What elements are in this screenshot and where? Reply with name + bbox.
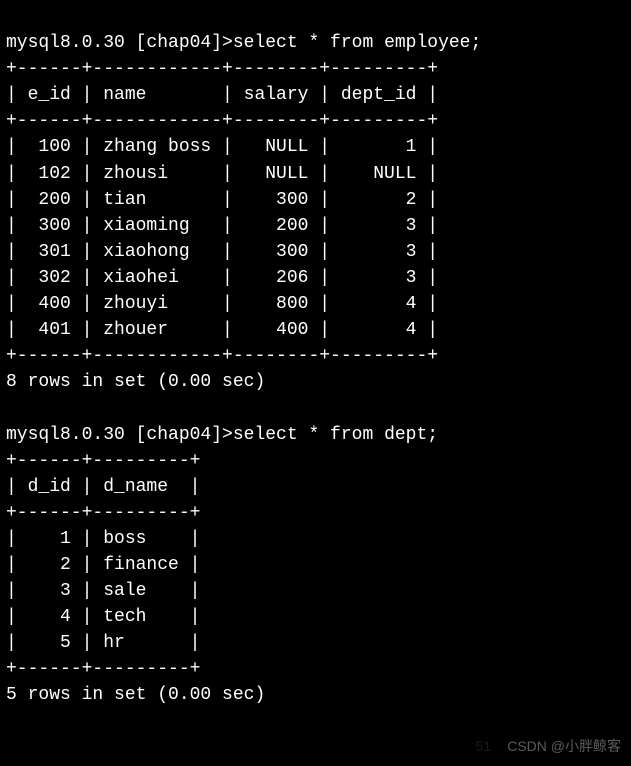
table2-row: | 1 | boss | [6, 529, 200, 549]
table2-row: | 3 | sale | [6, 581, 200, 601]
sql-prompt-2: mysql8.0.30 [chap04]> [6, 425, 233, 445]
table2-divider-bottom: +------+---------+ [6, 659, 200, 679]
table1-divider-bottom: +------+------------+--------+---------+ [6, 346, 438, 366]
terminal-output: mysql8.0.30 [chap04]>select * from emplo… [0, 0, 631, 713]
table2-header: | d_id | d_name | [6, 477, 200, 497]
table1-row: | 200 | tian | 300 | 2 | [6, 190, 438, 210]
watermark-text: CSDN @小胖鲸客 [507, 736, 621, 756]
sql-command-1: select * from employee; [233, 33, 481, 53]
table2-divider-top: +------+---------+ [6, 451, 200, 471]
table2-row: | 4 | tech | [6, 607, 200, 627]
table1-row: | 102 | zhousi | NULL | NULL | [6, 164, 438, 184]
table2-divider-mid: +------+---------+ [6, 503, 200, 523]
table1-divider-top: +------+------------+--------+---------+ [6, 59, 438, 79]
table1-row: | 301 | xiaohong | 300 | 3 | [6, 242, 438, 262]
table1-row: | 302 | xiaohei | 206 | 3 | [6, 268, 438, 288]
table1-divider-mid: +------+------------+--------+---------+ [6, 111, 438, 131]
table1-row: | 400 | zhouyi | 800 | 4 | [6, 294, 438, 314]
table1-header: | e_id | name | salary | dept_id | [6, 85, 438, 105]
table1-row: | 100 | zhang boss | NULL | 1 | [6, 137, 438, 157]
watermark-faint: 51 [475, 736, 491, 756]
table1-row: | 300 | xiaoming | 200 | 3 | [6, 216, 438, 236]
table2-row: | 5 | hr | [6, 633, 200, 653]
table2-row: | 2 | finance | [6, 555, 200, 575]
sql-command-2: select * from dept; [233, 425, 438, 445]
table1-row: | 401 | zhouer | 400 | 4 | [6, 320, 438, 340]
table2-footer: 5 rows in set (0.00 sec) [6, 685, 265, 705]
sql-prompt-1: mysql8.0.30 [chap04]> [6, 33, 233, 53]
table1-footer: 8 rows in set (0.00 sec) [6, 372, 265, 392]
